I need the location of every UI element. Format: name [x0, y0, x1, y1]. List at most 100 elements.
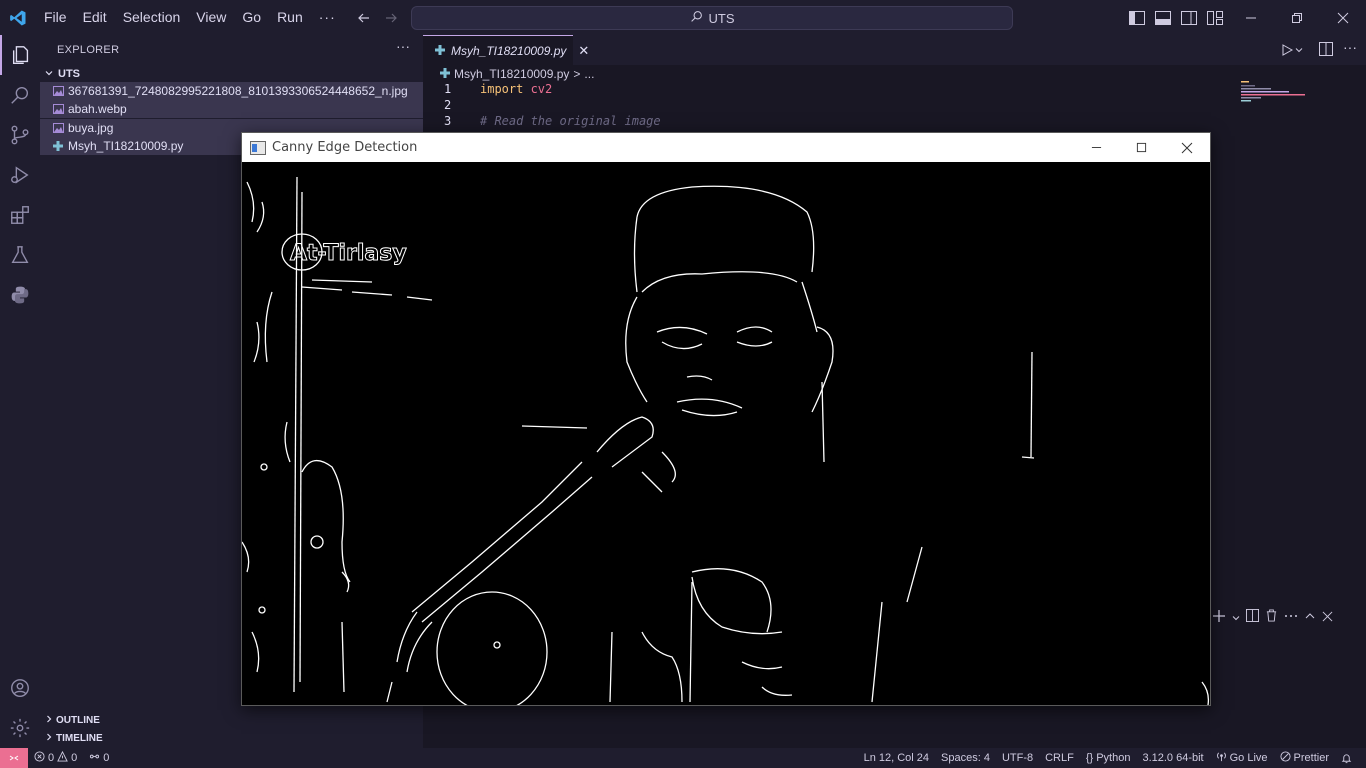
notifications-bell-icon[interactable]: [1335, 748, 1358, 768]
vscode-logo-icon: [0, 0, 36, 35]
minimize-window-icon[interactable]: [1228, 0, 1274, 35]
minimize-window-icon[interactable]: [1074, 133, 1119, 162]
menu-edit[interactable]: Edit: [75, 0, 115, 35]
canny-window-title: Canny Edge Detection: [272, 140, 418, 155]
code-line[interactable]: 3 # Read the original image: [423, 114, 1223, 130]
python-file-icon: [435, 44, 445, 58]
customize-layout-icon[interactable]: [1206, 9, 1224, 27]
file-name: abah.webp: [68, 102, 127, 116]
split-editor-icon[interactable]: [1319, 42, 1335, 58]
prettier-label: Prettier: [1293, 752, 1329, 764]
prettier-button[interactable]: Prettier: [1274, 748, 1335, 768]
arrow-left-icon[interactable]: [354, 8, 374, 28]
source-control-icon[interactable]: [0, 115, 40, 155]
toggle-secondary-sidebar-icon[interactable]: [1180, 9, 1198, 27]
prettier-icon: [1279, 751, 1291, 765]
canny-window-titlebar[interactable]: Canny Edge Detection: [242, 133, 1210, 162]
line-number: 1: [444, 82, 452, 96]
indentation[interactable]: Spaces: 4: [935, 748, 996, 768]
breadcrumb-file[interactable]: Msyh_TI18210009.py: [454, 67, 569, 81]
toggle-primary-sidebar-icon[interactable]: [1128, 9, 1146, 27]
error-icon: [34, 751, 45, 765]
remote-indicator-icon[interactable]: [0, 748, 28, 768]
code-comment: # Read the original image: [480, 114, 661, 128]
language-mode[interactable]: {} Python: [1080, 748, 1137, 768]
encoding[interactable]: UTF-8: [996, 748, 1039, 768]
search-icon[interactable]: [0, 75, 40, 115]
go-live-button[interactable]: Go Live: [1210, 748, 1274, 768]
close-window-icon[interactable]: [1320, 0, 1366, 35]
python-file-icon: [53, 141, 67, 151]
close-tab-icon[interactable]: ✕: [578, 43, 589, 59]
canny-edge-window[interactable]: Canny Edge Detection At-Tirlasy: [241, 132, 1211, 713]
chevron-right-icon: [40, 715, 56, 726]
menu-view[interactable]: View: [188, 0, 234, 35]
logo-text-edges: At-Tirlasy: [290, 241, 407, 266]
file-item[interactable]: abah.webp: [40, 100, 423, 118]
menu-go[interactable]: Go: [234, 0, 269, 35]
maximize-window-icon[interactable]: [1119, 133, 1164, 162]
python-interpreter[interactable]: 3.12.0 64-bit: [1136, 748, 1209, 768]
minimap[interactable]: [1241, 81, 1321, 121]
panel-toolbar: [1212, 608, 1366, 626]
outline-section[interactable]: OUTLINE: [40, 711, 423, 729]
editor-more-actions-button[interactable]: ···: [1343, 39, 1359, 55]
problems-indicator[interactable]: 0 0: [28, 748, 83, 768]
breadcrumb-separator: >: [573, 67, 581, 81]
outline-label: OUTLINE: [56, 714, 100, 726]
run-python-button[interactable]: [1281, 41, 1311, 59]
language-label: Python: [1096, 752, 1131, 764]
status-bar: 0 0 0 Ln 12, Col 24 Spaces: 4 UTF-8 CRLF…: [0, 748, 1366, 768]
module-name: cv2: [523, 82, 553, 96]
menu-more[interactable]: ···: [311, 0, 344, 35]
account-icon[interactable]: [0, 668, 40, 708]
restore-window-icon[interactable]: [1274, 0, 1320, 35]
timeline-label: TIMELINE: [56, 732, 103, 744]
file-name: Msyh_TI18210009.py: [68, 139, 184, 153]
close-panel-icon[interactable]: [1322, 610, 1333, 625]
title-bar: File Edit Selection View Go Run ··· UTS: [0, 0, 1366, 35]
toggle-panel-icon[interactable]: [1154, 9, 1172, 27]
menu-selection[interactable]: Selection: [115, 0, 189, 35]
explorer-title: EXPLORER: [57, 44, 120, 56]
chevron-down-icon: [40, 68, 58, 81]
tab-label: Msyh_TI18210009.py: [451, 43, 567, 58]
python-file-icon: [440, 67, 450, 81]
chevron-down-icon[interactable]: [1232, 610, 1240, 625]
tab-msyh-py[interactable]: Msyh_TI18210009.py ✕: [423, 35, 589, 65]
trash-icon[interactable]: [1265, 609, 1278, 625]
menu-file[interactable]: File: [36, 0, 75, 35]
more-actions-icon[interactable]: [1284, 609, 1298, 626]
line-number: 2: [444, 98, 452, 112]
settings-gear-icon[interactable]: [0, 708, 40, 748]
canny-edge-image: At-Tirlasy: [241, 162, 1210, 713]
warning-icon: [57, 750, 68, 765]
maximize-panel-icon[interactable]: [1304, 610, 1316, 625]
python-icon[interactable]: [0, 275, 40, 315]
split-terminal-icon[interactable]: [1246, 609, 1259, 625]
explorer-files-icon[interactable]: [0, 35, 40, 75]
run-debug-icon[interactable]: [0, 155, 40, 195]
line-endings[interactable]: CRLF: [1039, 748, 1080, 768]
menu-run[interactable]: Run: [269, 0, 311, 35]
ports-indicator[interactable]: 0: [83, 748, 115, 768]
folder-uts[interactable]: UTS: [40, 65, 423, 83]
file-item[interactable]: 367681391_7248082995221808_8101393306524…: [40, 82, 423, 100]
code-line[interactable]: 2: [423, 98, 1223, 114]
warning-count: 0: [71, 752, 78, 764]
timeline-section[interactable]: TIMELINE: [40, 729, 423, 747]
folder-name: UTS: [58, 68, 80, 80]
extensions-icon[interactable]: [0, 195, 40, 235]
close-window-icon[interactable]: [1164, 133, 1209, 162]
cursor-position[interactable]: Ln 12, Col 24: [858, 748, 935, 768]
breadcrumb-rest[interactable]: ...: [584, 67, 594, 81]
arrow-right-icon[interactable]: [381, 8, 401, 28]
ports-count: 0: [103, 752, 110, 764]
new-terminal-icon[interactable]: [1212, 609, 1226, 626]
command-center-search[interactable]: UTS: [411, 6, 1013, 30]
testing-flask-icon[interactable]: [0, 235, 40, 275]
chevron-right-icon: [40, 733, 56, 744]
explorer-more-button[interactable]: ···: [396, 39, 412, 57]
code-line[interactable]: 1 import cv2: [423, 82, 1223, 98]
breadcrumb: Msyh_TI18210009.py > ...: [440, 66, 594, 82]
